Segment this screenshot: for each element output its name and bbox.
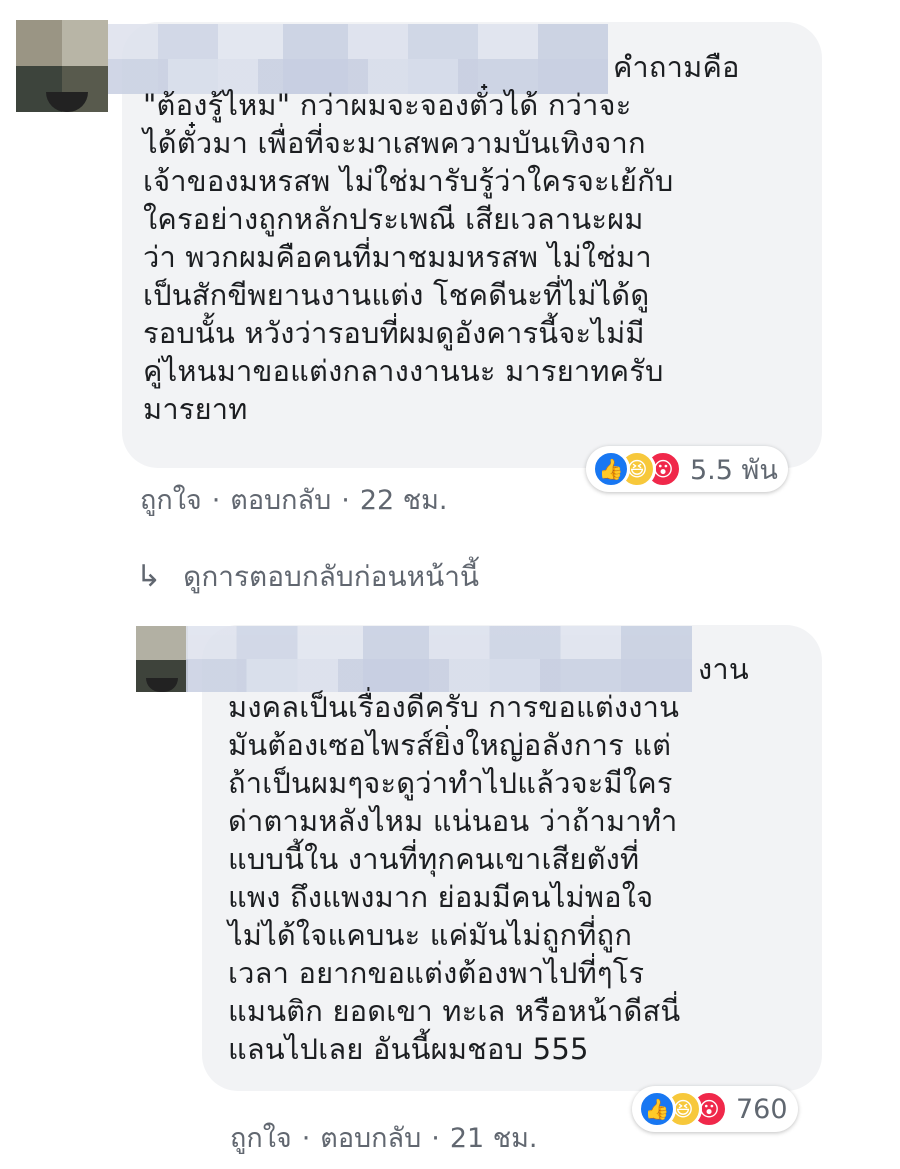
comment-line: มันต้องเซอไพรส์ยิ่งใหญ่อลังการ แต่ — [228, 728, 672, 762]
view-previous-replies[interactable]: ↳ ดูการตอบกลับก่อนหน้านี้ — [136, 555, 479, 599]
view-previous-label: ดูการตอบกลับก่อนหน้านี้ — [183, 560, 480, 593]
comment-line: ได้ตั๋วมา เพื่อที่จะมาเสพความบันเทิงจาก — [143, 126, 646, 160]
comment-line: แบบนี้ใน งานที่ทุกคนเขาเสียตังที่ — [228, 842, 640, 876]
reaction-count: 760 — [736, 1093, 788, 1125]
comment-line: เวลา อยากขอแต่งต้องพาไปที่ๆโร — [228, 956, 645, 990]
reply-link[interactable]: ตอบกลับ — [320, 1123, 421, 1154]
comment-line: เป็นสักขีพยานงานแต่ง โชคดีนะที่ไม่ได้ดู — [143, 278, 650, 312]
like-link[interactable]: ถูกใจ — [230, 1123, 292, 1154]
like-icon: 👍 — [592, 450, 630, 488]
avatar[interactable] — [16, 20, 108, 112]
comment-text: คำถามคือ "ต้องรู้ไหม" กว่าผมจะจองตั๋วได้… — [143, 48, 740, 428]
comment-line: คู่ไหนมาขอแต่งกลางงานนะ มารยาทครับ — [143, 354, 664, 388]
comment-actions: ถูกใจ · ตอบกลับ · 22 ชม. — [140, 478, 447, 521]
comment-line: แลนไปเลย อันนี้ผมชอบ 555 — [228, 1032, 589, 1066]
reaction-summary[interactable]: 👍 😆 😮 760 — [632, 1086, 798, 1132]
comment-line: เจ้าของมหรสพ ไม่ใช่มารับรู้ว่าใครจะเย้กั… — [143, 164, 674, 198]
reply-arrow-icon: ↳ — [136, 559, 162, 594]
comment-line: ว่า พวกผมคือคนที่มาชมมหรสพ ไม่ใช่มา — [143, 240, 652, 274]
separator: · — [211, 485, 221, 516]
comment-line: มงคลเป็นเรื่องดีครับ การขอแต่งงาน — [228, 690, 680, 724]
like-icon: 👍 — [638, 1090, 676, 1128]
comment-text: งาน มงคลเป็นเรื่องดีครับ การขอแต่งงาน มั… — [228, 650, 749, 1068]
reply-link[interactable]: ตอบกลับ — [230, 485, 331, 516]
comment-line: ไม่ได้ใจแคบนะ แค่มันไม่ถูกที่ถูก — [228, 918, 633, 952]
separator: · — [341, 485, 350, 516]
comment-line: ด่าตามหลังไหม แน่นอน ว่าถ้ามาทำ — [228, 804, 678, 838]
comment-line: รอบนั้น หวังว่ารอบที่ผมดูอังคารนี้จะไม่ม… — [143, 316, 645, 350]
separator: · — [301, 1123, 311, 1154]
comment-actions: ถูกใจ · ตอบกลับ · 21 ชม. — [230, 1116, 537, 1159]
timestamp[interactable]: 22 ชม. — [360, 485, 448, 516]
comment-line: มารยาท — [143, 392, 248, 426]
comment-line: ถ้าเป็นผมๆจะดูว่าทำไปแล้วจะมีใคร — [228, 766, 673, 800]
comment-line: แมนติก ยอดเขา ทะเล หรือหน้าดีสนี่ — [228, 994, 681, 1028]
comment-line: ใครอย่างถูกหลักประเพณี เสียเวลานะผม — [143, 202, 644, 236]
timestamp[interactable]: 21 ชม. — [450, 1123, 538, 1154]
reaction-summary[interactable]: 👍 😆 😮 5.5 พัน — [586, 446, 788, 492]
comment-line: แพง ถึงแพงมาก ย่อมมีคนไม่พอใจ — [228, 880, 654, 914]
reaction-count: 5.5 พัน — [690, 454, 778, 486]
comment-line: "ต้องรู้ไหม" กว่าผมจะจองตั๋วได้ กว่าจะ — [143, 88, 632, 122]
separator: · — [431, 1123, 440, 1154]
comment-line: งาน — [698, 652, 749, 686]
avatar[interactable] — [136, 626, 188, 692]
like-link[interactable]: ถูกใจ — [140, 485, 202, 516]
comment-line: คำถามคือ — [613, 50, 740, 84]
